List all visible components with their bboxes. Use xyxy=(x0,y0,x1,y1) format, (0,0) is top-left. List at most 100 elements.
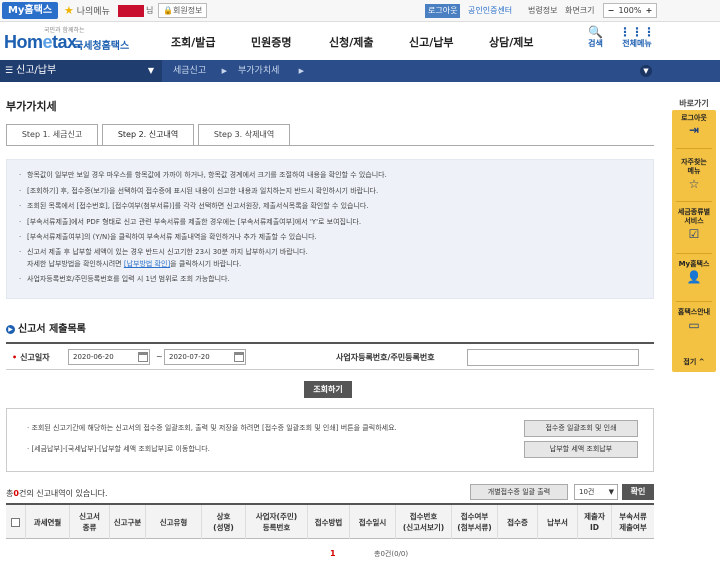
logout-icon: ⇥ xyxy=(688,123,700,137)
quick-tax-service[interactable]: 세금종류별 서비스 ☑ xyxy=(672,208,716,241)
section-title: ▶ 신고서 제출목록 xyxy=(6,320,86,335)
quick-links-title: 바로가기 xyxy=(679,99,709,108)
monitor-icon: ▭ xyxy=(688,318,700,332)
notice2-line: · [세금납부]-[국세납부]-[납부할 세액 조회납부]로 이동합니다. xyxy=(27,445,210,453)
zoom-value: 100% xyxy=(618,6,642,15)
tab-underline xyxy=(6,145,654,146)
chevron-down-icon: ▼ xyxy=(608,488,614,496)
star-icon: ★ xyxy=(64,4,74,17)
notice-line: [부속서류제출]에서 PDF 형태로 신고 관련 부속서류를 제출한 경우에는 … xyxy=(19,215,641,231)
date-to-input[interactable]: 2020-07-20 xyxy=(164,349,246,365)
notice-line-continued: 자세한 납부방법을 확인하시려면 [납부방법 확인]을 클릭하시기 바랍니다. xyxy=(27,259,242,268)
quick-my-hometax[interactable]: My홈택스 👤 xyxy=(672,260,716,284)
gnb-apply-submit[interactable]: 신청/제출 xyxy=(329,34,374,50)
current-menu-label: 신고/납부 xyxy=(16,65,57,76)
notice-line: 신고서 제출 후 납부할 세액이 있는 경우 반드시 신고기한 23시 30분 … xyxy=(19,246,641,258)
column-header: 접수여부 (첨부서류) xyxy=(452,505,498,539)
total-count: 총0건(0/0) xyxy=(374,550,409,558)
my-menu-link[interactable]: ★ 나의메뉴 xyxy=(64,4,110,17)
column-header: 접수증 xyxy=(498,505,538,539)
my-menu-label: 나의메뉴 xyxy=(76,7,110,17)
user-name-masked xyxy=(118,5,144,17)
breadcrumb-vat[interactable]: 부가가치세 ▶ xyxy=(232,60,304,82)
member-info-label: 회원정보 xyxy=(172,6,203,15)
required-dot-icon: • xyxy=(12,353,18,362)
tax-payment-lookup-button[interactable]: 납부할 세액 조회납부 xyxy=(524,441,638,458)
cert-center-link[interactable]: 공인인증센터 xyxy=(468,5,512,16)
expand-down-icon[interactable]: ▼ xyxy=(640,65,652,77)
notice-line: [조회하기] 후, 접수증(보기)을 선택하여 접수증에 표시된 내용이 신고한… xyxy=(19,184,641,200)
select-all-cell xyxy=(6,505,26,539)
zoom-in-button[interactable]: + xyxy=(644,4,654,17)
site-header: 국민과 함께하는 Hometax. 국세청홈택스 조회/발급 민원증명 신청/제… xyxy=(0,22,720,60)
logo-agency: 국세청홈택스 xyxy=(74,41,130,52)
star-icon: ☆ xyxy=(688,177,700,191)
query-button[interactable]: 조회하기 xyxy=(304,381,352,398)
batch-receipt-print-button[interactable]: 개별접수증 일괄 출력 xyxy=(470,484,568,500)
breadcrumb-label: 세금신고 xyxy=(173,66,207,76)
date-label: • 신고일자 xyxy=(12,353,50,362)
chevron-right-icon: ▶ xyxy=(298,67,304,75)
breadcrumb-tax-report[interactable]: 세금신고 ▶ xyxy=(165,60,227,82)
tab-step2[interactable]: Step 2. 신고내역 xyxy=(102,124,194,146)
page-title: 부가가치세 xyxy=(6,100,57,113)
quick-logout[interactable]: 로그아웃 ⇥ xyxy=(672,114,716,137)
page-size-select[interactable]: 10건 ▼ xyxy=(574,484,618,500)
receipt-batch-print-button[interactable]: 접수증 일괄조회 및 인쇄 xyxy=(524,420,638,437)
column-header: 부속서류 제출여부 xyxy=(619,512,647,532)
column-header: 사업자(주민) 등록번호 xyxy=(246,505,308,539)
date-from-input[interactable]: 2020-06-20 xyxy=(68,349,150,365)
select-all-checkbox[interactable] xyxy=(11,517,20,527)
arrow-circle-icon: ▶ xyxy=(6,325,15,334)
gnb-lookup[interactable]: 조회/발급 xyxy=(171,34,216,50)
column-header: 접수번호 (신고서보기) xyxy=(396,505,452,539)
gnb-consult[interactable]: 상담/제보 xyxy=(489,34,534,50)
page-number[interactable]: 1 xyxy=(330,549,336,558)
calendar-icon[interactable] xyxy=(234,352,244,362)
calendar-icon[interactable] xyxy=(138,352,148,362)
search-icon: 🔍 xyxy=(588,25,603,39)
search-button[interactable]: 🔍 검색 xyxy=(588,26,603,49)
logo-wordmark: Hometax. xyxy=(4,32,82,52)
divider xyxy=(676,148,712,149)
date-range-separator: ~ xyxy=(156,352,163,361)
divider xyxy=(676,201,712,202)
gnb-certificates[interactable]: 민원증명 xyxy=(251,34,291,50)
column-header: 납부서 xyxy=(538,505,578,539)
location-bar: ☰ 신고/납부 ▼ 세금신고 ▶ 부가가치세 ▶ ▼ xyxy=(0,60,720,82)
dropdown-icon: ▼ xyxy=(147,66,154,75)
screen-size-label: 화면크기 xyxy=(565,6,595,15)
tab-step1[interactable]: Step 1. 세금신고 xyxy=(6,124,98,146)
biz-number-input[interactable] xyxy=(467,349,639,366)
column-header: 신고서 종류 xyxy=(70,505,110,539)
quick-collapse-button[interactable]: 접기 ^ xyxy=(672,358,716,367)
my-hometax-tab[interactable]: My홈택스 xyxy=(2,2,58,19)
notice-box-2: · 조회된 신고기간에 해당하는 신고서의 접수증 일괄조회, 출력 및 저장을… xyxy=(6,408,654,472)
law-info-link[interactable]: 법령정보 xyxy=(528,5,557,16)
result-count: 총0건의 신고내역이 있습니다. xyxy=(6,489,108,498)
quick-links-background xyxy=(672,110,716,372)
gnb-report-pay[interactable]: 신고/납부 xyxy=(409,34,454,50)
column-header: 신고유형 xyxy=(146,505,202,539)
current-menu-dropdown[interactable]: ☰ 신고/납부 ▼ xyxy=(0,60,162,82)
quick-hometax-guide[interactable]: 홈택스안내 ▭ xyxy=(672,308,716,332)
utility-bar: My홈택스 ★ 나의메뉴 님 🔒회원정보 로그아웃 공인인증센터 법령정보 화면… xyxy=(0,0,720,22)
search-label: 검색 xyxy=(588,39,603,48)
all-menu-label: 전체메뉴 xyxy=(622,39,652,48)
all-menu-button[interactable]: ⋮⋮⋮ 전체메뉴 xyxy=(619,26,655,49)
column-header: 과세연월 xyxy=(26,505,70,539)
quick-favorite-menu[interactable]: 자주찾는 메뉴 ☆ xyxy=(672,158,716,191)
tab-step3[interactable]: Step 3. 삭제내역 xyxy=(198,124,290,146)
logout-button[interactable]: 로그아웃 xyxy=(425,4,461,18)
notice-line: [부속서류제출여부]의 (Y/N)을 클릭하여 부속서류 제출내역을 확인하거나… xyxy=(19,230,641,246)
honorific-label: 님 xyxy=(146,6,154,15)
chevron-right-icon: ▶ xyxy=(221,67,227,75)
payment-method-link[interactable]: [납부방법 확인] xyxy=(124,260,170,268)
notice-line: 항목값이 일부만 보일 경우 마우스를 항목값에 가까이 하거나, 항목값 경계… xyxy=(19,168,641,184)
checklist-icon: ☑ xyxy=(688,227,700,241)
member-info-button[interactable]: 🔒회원정보 xyxy=(158,3,208,18)
confirm-button[interactable]: 확인 xyxy=(622,484,654,500)
notice-line: 사업자등록번호/주민등록번호를 입력 시 1년 범위로 조회 가능합니다. xyxy=(19,272,641,288)
column-header: 접수일시 xyxy=(350,505,396,539)
zoom-out-button[interactable]: − xyxy=(606,4,616,17)
